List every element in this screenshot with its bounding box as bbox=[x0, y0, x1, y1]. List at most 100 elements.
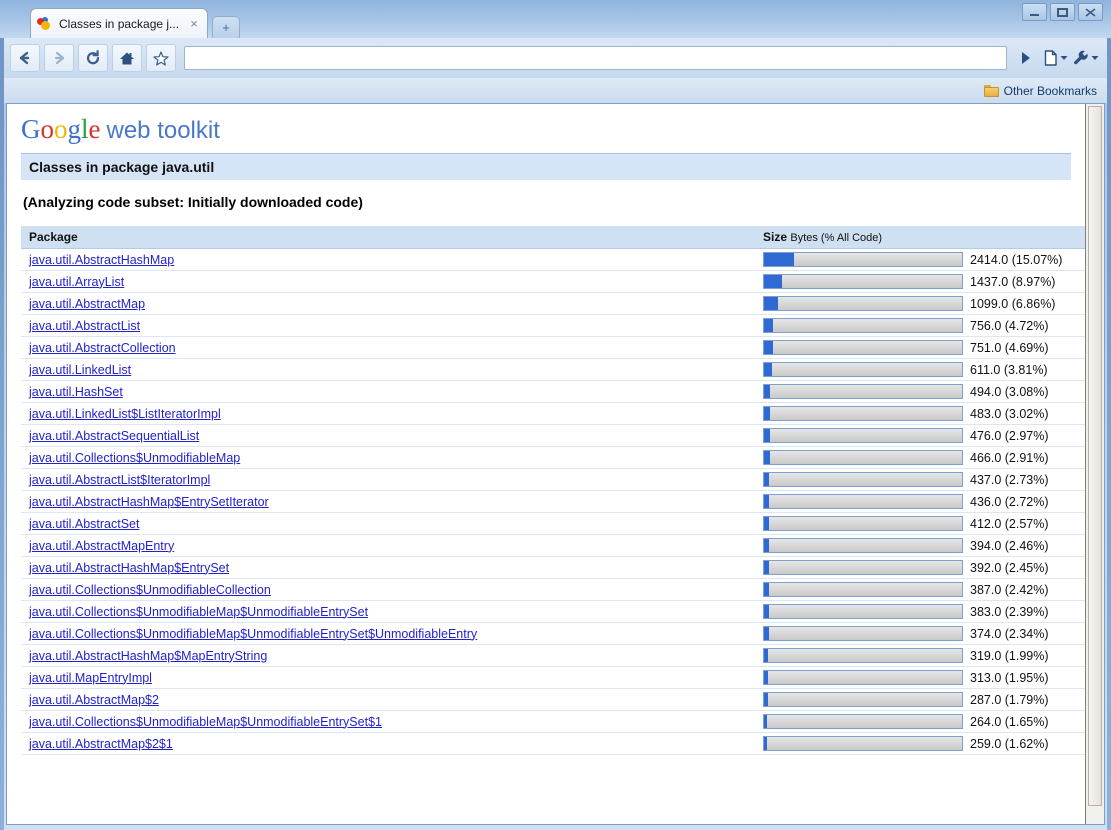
size-label: 383.0 (2.39%) bbox=[970, 604, 1049, 619]
package-link[interactable]: java.util.AbstractList$IteratorImpl bbox=[29, 473, 210, 487]
column-header-size[interactable]: Size Bytes (% All Code) bbox=[755, 226, 1085, 249]
maximize-icon[interactable] bbox=[1050, 3, 1075, 21]
package-cell: java.util.Collections$UnmodifiableMap$Un… bbox=[21, 710, 755, 733]
table-row: java.util.ArrayList 1437.0 (8.97%) bbox=[21, 270, 1085, 293]
table-row: java.util.LinkedList$ListIteratorImpl 483… bbox=[21, 402, 1085, 425]
close-icon[interactable]: × bbox=[187, 17, 201, 31]
window-frame-right bbox=[1107, 0, 1111, 830]
size-label: 611.0 (3.81%) bbox=[970, 362, 1048, 377]
package-link[interactable]: java.util.AbstractList bbox=[29, 319, 140, 333]
package-link[interactable]: java.util.Collections$UnmodifiableMap$Un… bbox=[29, 627, 477, 641]
package-cell: java.util.HashSet bbox=[21, 380, 755, 403]
size-bar-track bbox=[763, 582, 963, 597]
browser-toolbar bbox=[4, 38, 1107, 78]
web-page-content: Google web toolkit Classes in package jav… bbox=[7, 104, 1085, 824]
package-link[interactable]: java.util.AbstractCollection bbox=[29, 341, 176, 355]
package-cell: java.util.MapEntryImpl bbox=[21, 666, 755, 689]
package-link[interactable]: java.util.AbstractMap$2$1 bbox=[29, 737, 173, 751]
package-link[interactable]: java.util.AbstractSequentialList bbox=[29, 429, 199, 443]
size-cell: 374.0 (2.34%) bbox=[755, 622, 1085, 645]
package-link[interactable]: java.util.AbstractMap$2 bbox=[29, 693, 159, 707]
size-cell: 466.0 (2.91%) bbox=[755, 446, 1085, 469]
package-link[interactable]: java.util.Collections$UnmodifiableMap bbox=[29, 451, 240, 465]
size-cell: 494.0 (3.08%) bbox=[755, 380, 1085, 403]
package-link[interactable]: java.util.AbstractHashMap$EntrySetIterat… bbox=[29, 495, 269, 509]
table-row: java.util.Collections$UnmodifiableMap$Un… bbox=[21, 600, 1085, 623]
scrollbar-thumb[interactable] bbox=[1088, 106, 1102, 806]
size-bar-fill bbox=[764, 693, 768, 706]
new-tab-button[interactable]: + bbox=[212, 16, 240, 38]
home-icon[interactable] bbox=[112, 44, 142, 72]
other-bookmarks-button[interactable]: Other Bookmarks bbox=[983, 84, 1097, 98]
page-menu-icon[interactable] bbox=[1041, 45, 1071, 71]
size-bar-track bbox=[763, 494, 963, 509]
package-link[interactable]: java.util.Collections$UnmodifiableMap$Un… bbox=[29, 605, 368, 619]
size-bar-fill bbox=[764, 253, 794, 266]
package-link[interactable]: java.util.AbstractHashMap$EntrySet bbox=[29, 561, 229, 575]
package-cell: java.util.ArrayList bbox=[21, 270, 755, 293]
size-bar-fill bbox=[764, 473, 770, 486]
size-bar-track bbox=[763, 384, 963, 399]
page-scrollbar[interactable] bbox=[1085, 104, 1104, 824]
package-link[interactable]: java.util.AbstractHashMap$MapEntryString bbox=[29, 649, 267, 663]
column-header-package[interactable]: Package bbox=[21, 226, 755, 249]
package-cell: java.util.Collections$UnmodifiableMap$Un… bbox=[21, 622, 755, 645]
package-cell: java.util.AbstractHashMap$EntrySet bbox=[21, 556, 755, 579]
window-controls bbox=[1022, 3, 1103, 21]
size-bar-fill bbox=[764, 649, 768, 662]
go-arrow-icon[interactable] bbox=[1011, 45, 1041, 71]
package-link[interactable]: java.util.Collections$UnmodifiableMap$Un… bbox=[29, 715, 382, 729]
page-viewport: Google web toolkit Classes in package jav… bbox=[6, 103, 1105, 825]
package-link[interactable]: java.util.HashSet bbox=[29, 385, 123, 399]
package-link[interactable]: java.util.AbstractHashMap bbox=[29, 253, 174, 267]
size-bar-track bbox=[763, 736, 963, 751]
package-link[interactable]: java.util.LinkedList bbox=[29, 363, 131, 377]
package-link[interactable]: java.util.ArrayList bbox=[29, 275, 124, 289]
size-cell: 313.0 (1.95%) bbox=[755, 666, 1085, 689]
package-cell: java.util.AbstractMap$2$1 bbox=[21, 732, 755, 755]
size-label: 319.0 (1.99%) bbox=[970, 648, 1049, 663]
package-link[interactable]: java.util.LinkedList$ListIteratorImpl bbox=[29, 407, 221, 421]
package-link[interactable]: java.util.AbstractSet bbox=[29, 517, 139, 531]
size-bar-track bbox=[763, 406, 963, 421]
logo-letter-g1: G bbox=[21, 114, 41, 144]
table-row: java.util.AbstractMap 1099.0 (6.86%) bbox=[21, 292, 1085, 315]
size-label: 313.0 (1.95%) bbox=[970, 670, 1049, 685]
table-row: java.util.AbstractList 756.0 (4.72%) bbox=[21, 314, 1085, 337]
size-label: 494.0 (3.08%) bbox=[970, 384, 1049, 399]
package-link[interactable]: java.util.MapEntryImpl bbox=[29, 671, 152, 685]
minimize-icon[interactable] bbox=[1022, 3, 1047, 21]
table-row: java.util.AbstractList$IteratorImpl 437.0… bbox=[21, 468, 1085, 491]
back-arrow-icon[interactable] bbox=[10, 44, 40, 72]
package-cell: java.util.AbstractList$IteratorImpl bbox=[21, 468, 755, 491]
package-link[interactable]: java.util.Collections$UnmodifiableCollec… bbox=[29, 583, 271, 597]
folder-icon bbox=[983, 84, 999, 97]
wrench-menu-icon[interactable] bbox=[1071, 45, 1101, 71]
tab-classes-in-package[interactable]: Classes in package j... × bbox=[30, 8, 208, 38]
code-subset-note: (Analyzing code subset: Initially downlo… bbox=[23, 194, 363, 210]
size-cell: 387.0 (2.42%) bbox=[755, 578, 1085, 601]
size-cell: 1099.0 (6.86%) bbox=[755, 292, 1085, 315]
package-cell: java.util.AbstractSet bbox=[21, 512, 755, 535]
size-label: 751.0 (4.69%) bbox=[970, 340, 1049, 355]
star-icon[interactable] bbox=[146, 44, 176, 72]
logo-letter-e: e bbox=[88, 114, 101, 144]
forward-arrow-icon[interactable] bbox=[44, 44, 74, 72]
size-bar-fill bbox=[764, 583, 769, 596]
classes-table-body: java.util.AbstractHashMap 2414.0 (15.07%)… bbox=[21, 248, 1085, 755]
size-cell: 437.0 (2.73%) bbox=[755, 468, 1085, 491]
google-web-toolkit-logo: Google web toolkit bbox=[21, 116, 1071, 143]
size-bar-fill bbox=[764, 275, 782, 288]
package-link[interactable]: java.util.AbstractMap bbox=[29, 297, 145, 311]
package-link[interactable]: java.util.AbstractMapEntry bbox=[29, 539, 174, 553]
size-label: 392.0 (2.45%) bbox=[970, 560, 1049, 575]
reload-icon[interactable] bbox=[78, 44, 108, 72]
package-cell: java.util.AbstractMap bbox=[21, 292, 755, 315]
address-bar[interactable] bbox=[184, 46, 1007, 70]
package-cell: java.util.Collections$UnmodifiableCollec… bbox=[21, 578, 755, 601]
size-cell: 383.0 (2.39%) bbox=[755, 600, 1085, 623]
size-label: 436.0 (2.72%) bbox=[970, 494, 1049, 509]
close-icon[interactable] bbox=[1078, 3, 1103, 21]
size-bar-track bbox=[763, 362, 963, 377]
table-row: java.util.AbstractMapEntry 394.0 (2.46%) bbox=[21, 534, 1085, 557]
